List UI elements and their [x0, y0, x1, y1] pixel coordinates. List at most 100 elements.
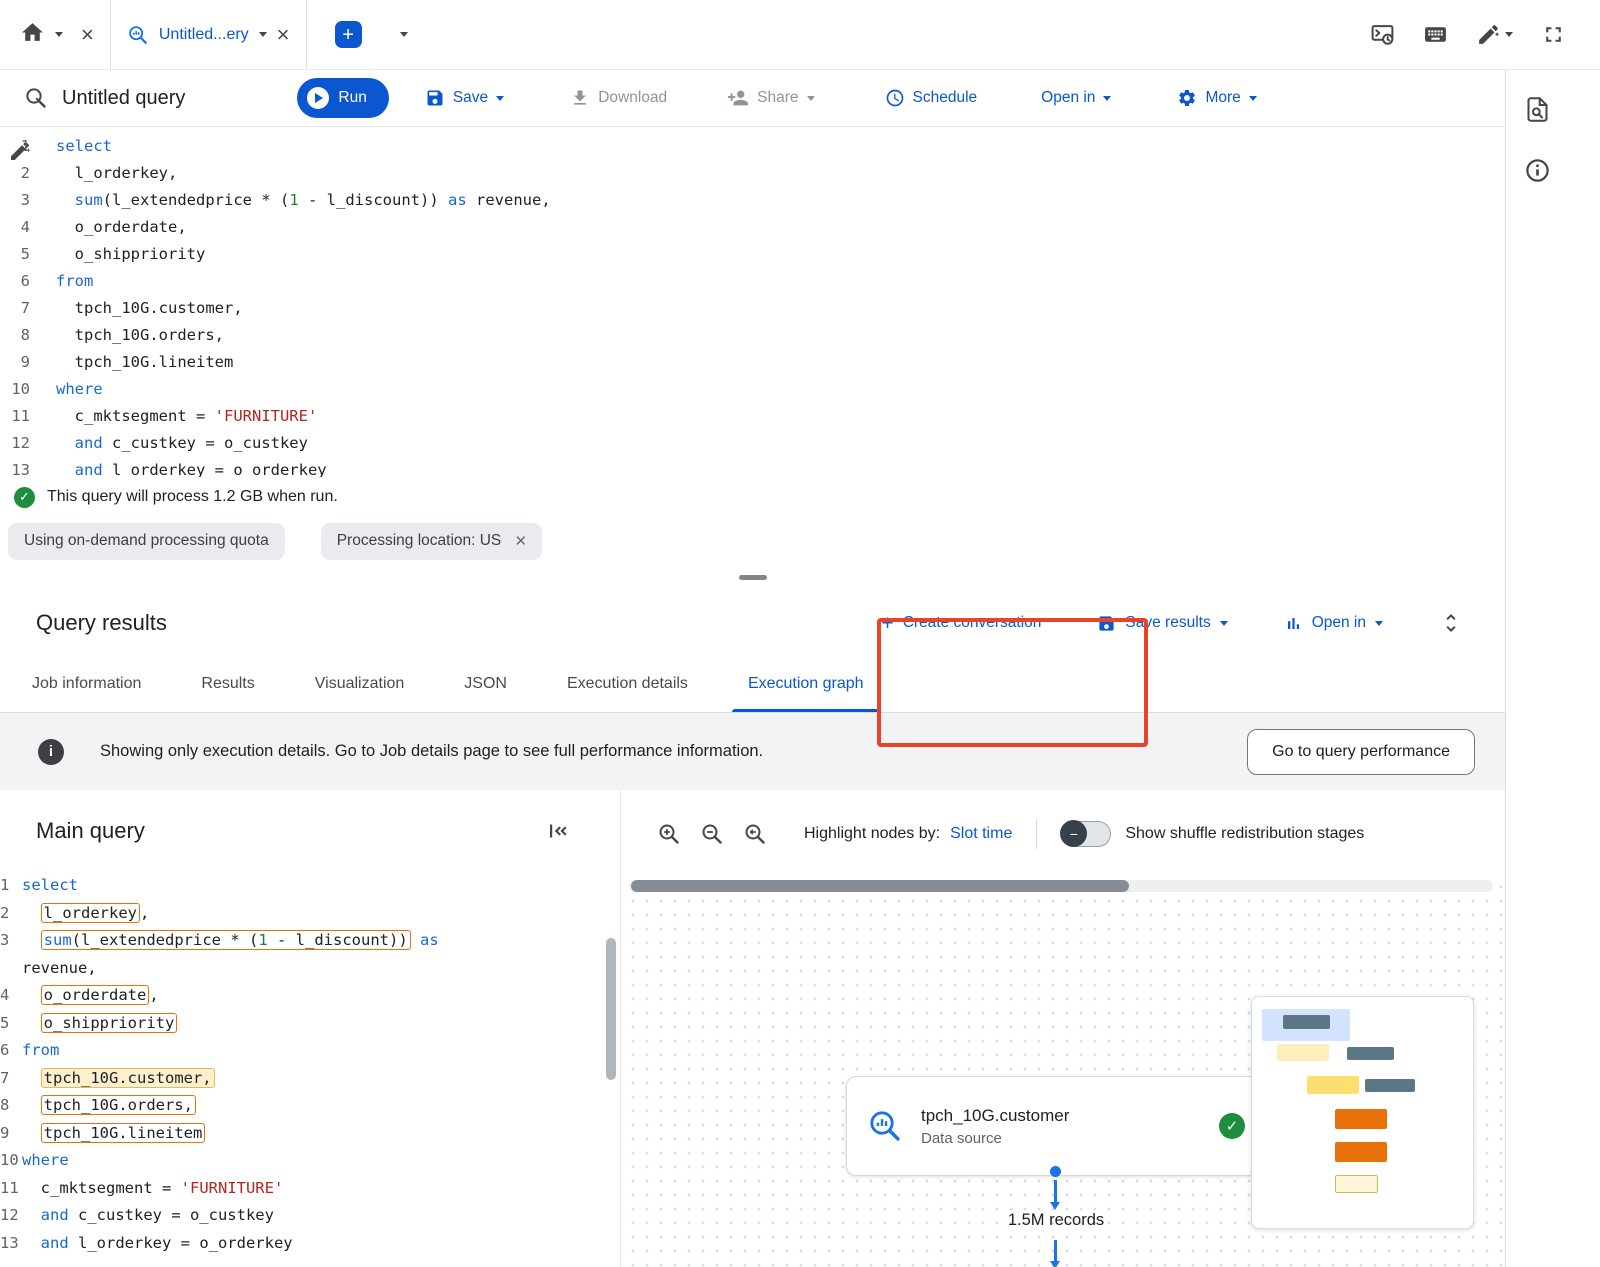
go-to-query-performance-button[interactable]: Go to query performance [1247, 729, 1475, 775]
bigquery-query-icon [24, 86, 48, 110]
info-outline-icon[interactable] [1524, 157, 1551, 184]
open-in-button[interactable]: Open in [1041, 89, 1111, 107]
save-results-button[interactable]: Save results [1097, 614, 1227, 633]
home-caret-icon[interactable] [55, 32, 63, 37]
save-caret-icon[interactable] [496, 96, 504, 101]
code-line: 13 and l_orderkey = o_orderkey [0, 1230, 439, 1258]
horizontal-scrollbar[interactable] [629, 880, 1493, 892]
collapse-results-icon[interactable] [1439, 611, 1463, 635]
right-side-rail [1505, 70, 1600, 1267]
execution-graph-panel: Main query 1select2 l_orderkey,3 sum(l_e… [0, 790, 1505, 1267]
minimap-bar [1335, 1142, 1387, 1162]
code-line: 4 o_orderdate, [0, 982, 439, 1010]
open-results-caret-icon[interactable] [1375, 621, 1383, 626]
graph-canvas[interactable]: tpch_10G.customer Data source ✓ 1.5M rec… [621, 878, 1505, 1267]
query-history-icon[interactable] [1524, 96, 1551, 123]
save-button[interactable]: Save [425, 88, 504, 108]
session-console-icon[interactable] [1370, 22, 1395, 47]
toggle-knob: − [1060, 820, 1087, 847]
results-tab-job-information[interactable]: Job information [2, 656, 171, 712]
create-conversation-button[interactable]: + Create conversation [881, 613, 1041, 634]
edge-records-label: 1.5M records [846, 1211, 1266, 1230]
magic-pen-caret-icon[interactable] [1505, 32, 1513, 37]
banner-message: Showing only execution details. Go to Jo… [100, 742, 763, 761]
shuffle-stages-toggle[interactable]: − [1061, 821, 1111, 847]
zoom-in-icon[interactable] [657, 822, 681, 846]
open-results-in-button[interactable]: Open in [1284, 614, 1383, 633]
info-icon: i [38, 739, 64, 765]
edge-arrow-icon [1050, 1261, 1060, 1267]
code-line: 6from [0, 268, 551, 295]
open-in-caret-icon[interactable] [1103, 96, 1111, 101]
code-line: 12 and c_custkey = o_custkey [0, 1202, 439, 1230]
fullscreen-icon[interactable] [1541, 22, 1566, 47]
more-button[interactable]: More [1177, 88, 1256, 108]
results-tab-execution-details[interactable]: Execution details [537, 656, 718, 712]
zoom-reset-icon[interactable] [743, 822, 767, 846]
tab-untitled-query[interactable]: Untitled...ery × [110, 0, 307, 69]
code-line: 9 tpch_10G.lineitem [0, 1120, 439, 1148]
results-tab-execution-graph[interactable]: Execution graph [718, 656, 894, 712]
zoom-out-icon[interactable] [700, 822, 724, 846]
results-tab-visualization[interactable]: Visualization [285, 656, 435, 712]
toolbar-divider [1036, 819, 1037, 849]
code-line: 2 l_orderkey, [0, 900, 439, 928]
results-tab-strip: Job informationResultsVisualizationJSONE… [0, 656, 1505, 713]
highlight-nodes-label: Highlight nodes by: [804, 825, 940, 843]
code-line: 11 c_mktsegment = 'FURNITURE' [0, 403, 551, 430]
home-tab[interactable]: × [0, 20, 94, 50]
add-tab-button[interactable]: + [335, 21, 362, 48]
tab-close-icon[interactable]: × [277, 24, 290, 46]
download-button[interactable]: Download [570, 88, 667, 108]
save-results-caret-icon[interactable] [1220, 621, 1228, 626]
code-line: 9 tpch_10G.lineitem [0, 349, 551, 376]
vertical-scrollbar-thumb[interactable] [606, 938, 616, 1080]
share-caret-icon [807, 96, 815, 101]
keyboard-icon[interactable] [1423, 22, 1448, 47]
minimap-bar [1347, 1047, 1394, 1060]
run-button[interactable]: Run [297, 78, 388, 118]
chip-close-icon[interactable]: × [515, 532, 526, 551]
plus-icon: + [881, 613, 893, 634]
more-caret-icon[interactable] [1249, 96, 1257, 101]
tab-list-caret-icon[interactable] [400, 32, 408, 37]
edge-arrow-icon [1050, 1202, 1060, 1210]
highlight-mode-select[interactable]: Slot time [950, 825, 1012, 843]
query-toolbar: Untitled query Run Save Download Share S… [0, 70, 1505, 127]
edge-line [1054, 1240, 1057, 1261]
share-button[interactable]: Share [727, 87, 814, 109]
graph-minimap[interactable] [1251, 996, 1474, 1229]
sql-code: 1select2 l_orderkey,3 sum(l_extendedpric… [0, 133, 551, 477]
main-query-title: Main query [36, 818, 145, 844]
collapse-panel-icon[interactable] [546, 819, 570, 843]
main-query-panel: Main query 1select2 l_orderkey,3 sum(l_e… [0, 790, 600, 1267]
chip-label: Using on-demand processing quota [24, 532, 269, 550]
query-validator: ✓ This query will process 1.2 GB when ru… [0, 477, 1505, 517]
graph-node-datasource[interactable]: tpch_10G.customer Data source ✓ [846, 1076, 1266, 1176]
tab-bar-actions [1370, 22, 1600, 47]
code-line: 8 tpch_10G.orders, [0, 1092, 439, 1120]
query-setting-chip: Using on-demand processing quota [8, 523, 285, 560]
tab-caret-icon[interactable] [259, 32, 267, 37]
main-query-code[interactable]: 1select2 l_orderkey,3 sum(l_extendedpric… [0, 872, 439, 1257]
sql-editor[interactable]: 1select2 l_orderkey,3 sum(l_extendedpric… [0, 127, 1505, 477]
results-tab-json[interactable]: JSON [434, 656, 537, 712]
schedule-button[interactable]: Schedule [885, 88, 978, 108]
results-tab-results[interactable]: Results [171, 656, 284, 712]
graph-toolbar: Highlight nodes by: Slot time − Show shu… [621, 790, 1505, 878]
home-close-icon[interactable]: × [81, 24, 94, 46]
edge-line [1054, 1180, 1057, 1202]
code-line: 1select [0, 133, 551, 160]
minimap-bar [1307, 1076, 1359, 1094]
code-line: 1select [0, 872, 439, 900]
horizontal-scrollbar-thumb[interactable] [631, 880, 1129, 892]
node-success-icon: ✓ [1219, 1113, 1245, 1139]
code-line: 5 o_shippriority [0, 1010, 439, 1038]
panel-resize-zone [0, 565, 1505, 590]
home-icon[interactable] [20, 20, 45, 50]
magic-pen-icon[interactable] [1476, 22, 1513, 47]
code-line: 10where [0, 376, 551, 403]
code-line: revenue, [0, 955, 439, 983]
panel-resize-handle[interactable] [739, 575, 767, 580]
bigquery-console: × Untitled...ery × + [0, 0, 1600, 1267]
